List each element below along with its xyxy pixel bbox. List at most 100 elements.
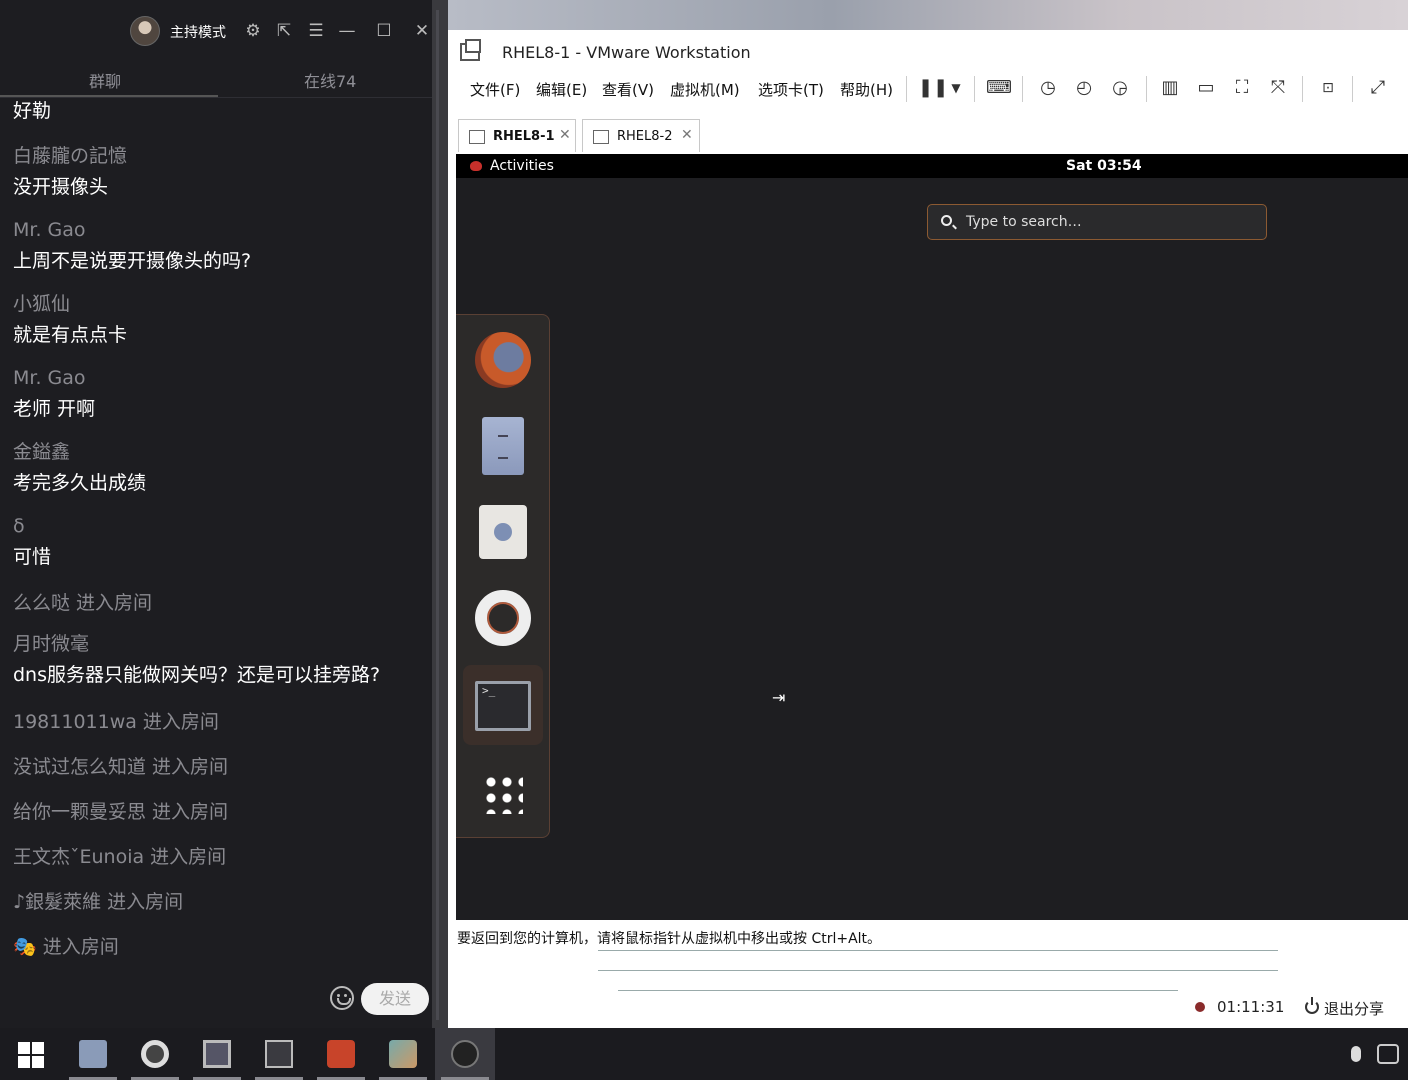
close-tab-icon[interactable]: ✕ [559, 127, 571, 143]
activities-button[interactable]: Activities [490, 158, 554, 174]
taskbar-c-app[interactable] [311, 1028, 371, 1080]
host-avatar[interactable] [130, 16, 160, 46]
message-text: 考完多久出成绩 [13, 472, 147, 494]
search-field[interactable]: Type to search… [927, 204, 1267, 240]
message-sender: 小狐仙 [13, 293, 71, 315]
message-text: 好勒 [13, 100, 52, 122]
guest-screen[interactable]: Activities Sat 03:54 Type to search… ⇥ [456, 154, 1408, 920]
files-icon[interactable] [470, 413, 536, 479]
message-text: 上周不是说要开摄像头的吗? [13, 250, 252, 272]
toolbar-separator [1022, 76, 1023, 102]
tab-label: RHEL8-2 [617, 129, 673, 144]
send-ctrl-alt-del-icon[interactable]: ⌨ [986, 76, 1012, 100]
recording-timer: 01:11:31 [1217, 998, 1285, 1016]
paint-icon [389, 1040, 417, 1068]
divider-line [598, 950, 1278, 951]
classroom-icon [265, 1040, 293, 1068]
show-apps-icon[interactable] [470, 761, 536, 827]
message-sender: Mr. Gao [13, 219, 86, 241]
close-icon[interactable]: ✕ [411, 20, 432, 42]
terminal-icon[interactable] [463, 665, 543, 745]
taskbar-file-explorer[interactable] [63, 1028, 123, 1080]
menu-help[interactable]: 帮助(H) [840, 79, 893, 100]
vmware-logo-icon [460, 39, 481, 61]
vmware-titlebar: RHEL8-1 - VMware Workstation [448, 30, 1408, 74]
settings-icon[interactable]: ⚙ [242, 20, 264, 42]
message-text: 就是有点点卡 [13, 324, 128, 346]
firefox-icon[interactable] [470, 327, 536, 393]
chat-panel: 主持模式 ⚙ ⇱ ☰ — ☐ ✕ 群聊 在线74 好勒 白藤朧の記憶 没开摄像头… [0, 0, 432, 1028]
taskbar-obs[interactable] [125, 1028, 185, 1080]
toolbar-separator [1146, 76, 1147, 102]
snapshot-icon[interactable]: ◷ [1036, 76, 1060, 100]
windows-icon [18, 1042, 44, 1068]
vm-icon [469, 130, 485, 144]
host-mode-label[interactable]: 主持模式 [170, 22, 226, 42]
toolbar-separator [1352, 76, 1353, 102]
menu-file[interactable]: 文件(F) [470, 79, 520, 100]
stop-share-button[interactable]: 退出分享 [1324, 998, 1384, 1019]
menu-vm[interactable]: 虚拟机(M) [670, 79, 740, 100]
chat-message: δ 可惜 [13, 514, 51, 570]
obs-icon [141, 1040, 169, 1068]
maximize-icon[interactable]: ☐ [373, 20, 395, 42]
chat-message: 白藤朧の記憶 没开摄像头 [13, 144, 127, 200]
join-notice: 19811011wa 进入房间 [13, 711, 219, 733]
fullscreen-icon[interactable]: ⛶ [1230, 76, 1254, 100]
clock[interactable]: Sat 03:54 [1066, 158, 1142, 174]
minimize-icon[interactable]: — [336, 20, 358, 42]
pause-dropdown-icon[interactable]: ▼ [944, 76, 968, 100]
send-button[interactable]: 发送 [361, 983, 429, 1015]
power-icon [1305, 997, 1319, 1014]
tab-rhel8-1[interactable]: RHEL8-1 ✕ [458, 119, 576, 152]
vm-tab-bar: RHEL8-1 ✕ RHEL8-2 ✕ [448, 116, 1408, 154]
taskbar-live-app[interactable] [435, 1028, 495, 1080]
taskbar-classroom[interactable] [249, 1028, 309, 1080]
chat-message: 金鎰鑫 考完多久出成绩 [13, 440, 146, 496]
thumbnail-bar-icon[interactable]: ▭ [1194, 76, 1218, 100]
divider-line [618, 990, 1178, 991]
c-app-icon [327, 1040, 355, 1068]
stretch-view-icon[interactable]: ⤢ [1366, 76, 1390, 100]
taskbar-vmware[interactable] [187, 1028, 247, 1080]
search-placeholder: Type to search… [966, 214, 1082, 230]
snapshot-manager-icon[interactable]: ◶ [1108, 76, 1132, 100]
library-icon[interactable]: ▥ [1158, 76, 1182, 100]
menu-tabs[interactable]: 选项卡(T) [758, 79, 824, 100]
console-icon[interactable]: ⊡ [1316, 76, 1340, 100]
release-hint: 要返回到您的计算机，请将鼠标指针从虚拟机中移出或按 Ctrl+Alt。 [457, 931, 882, 947]
popout-icon[interactable]: ⇱ [273, 20, 295, 42]
tab-group-chat[interactable]: 群聊 [89, 68, 121, 92]
network-icon[interactable] [1377, 1044, 1399, 1064]
menu-icon[interactable]: ☰ [305, 20, 327, 42]
help-icon[interactable] [470, 585, 536, 651]
vmware-icon [203, 1040, 231, 1068]
message-sender: Mr. Gao [13, 367, 86, 389]
mouse-cursor-icon: ⇥ [772, 688, 786, 707]
tab-rhel8-2[interactable]: RHEL8-2 ✕ [582, 119, 700, 152]
chat-message: Mr. Gao 上周不是说要开摄像头的吗? [13, 218, 251, 274]
close-tab-icon[interactable]: ✕ [681, 127, 693, 143]
microphone-icon[interactable] [1351, 1046, 1361, 1062]
chat-message: 月时微毫 dns服务器只能做网关吗？还是可以挂旁路? [13, 632, 380, 688]
active-tab-indicator [0, 95, 218, 97]
tab-online[interactable]: 在线74 [304, 68, 356, 92]
start-button[interactable] [0, 1028, 60, 1080]
menu-bar: 文件(F) 编辑(E) 查看(V) 虚拟机(M) 选项卡(T) 帮助(H) ❚❚… [448, 74, 1408, 102]
menu-edit[interactable]: 编辑(E) [536, 79, 587, 100]
emoji-icon[interactable] [330, 986, 354, 1010]
revert-snapshot-icon[interactable]: ◴ [1072, 76, 1096, 100]
unity-icon[interactable]: ⤧ [1266, 76, 1290, 100]
message-text: 可惜 [13, 546, 52, 568]
software-icon[interactable] [470, 499, 536, 565]
pause-icon[interactable]: ❚❚ [918, 76, 948, 100]
join-notice: 给你一颗曼妥思 进入房间 [13, 801, 229, 823]
message-sender: 白藤朧の記憶 [13, 145, 128, 167]
taskbar-paint[interactable] [373, 1028, 433, 1080]
message-text: 老师 开啊 [13, 398, 96, 420]
toolbar-separator [974, 76, 975, 102]
menu-view[interactable]: 查看(V) [602, 79, 654, 100]
tab-label: RHEL8-1 [493, 129, 555, 144]
message-text: 没开摄像头 [13, 176, 109, 198]
join-notice: 么么哒 进入房间 [13, 592, 153, 614]
